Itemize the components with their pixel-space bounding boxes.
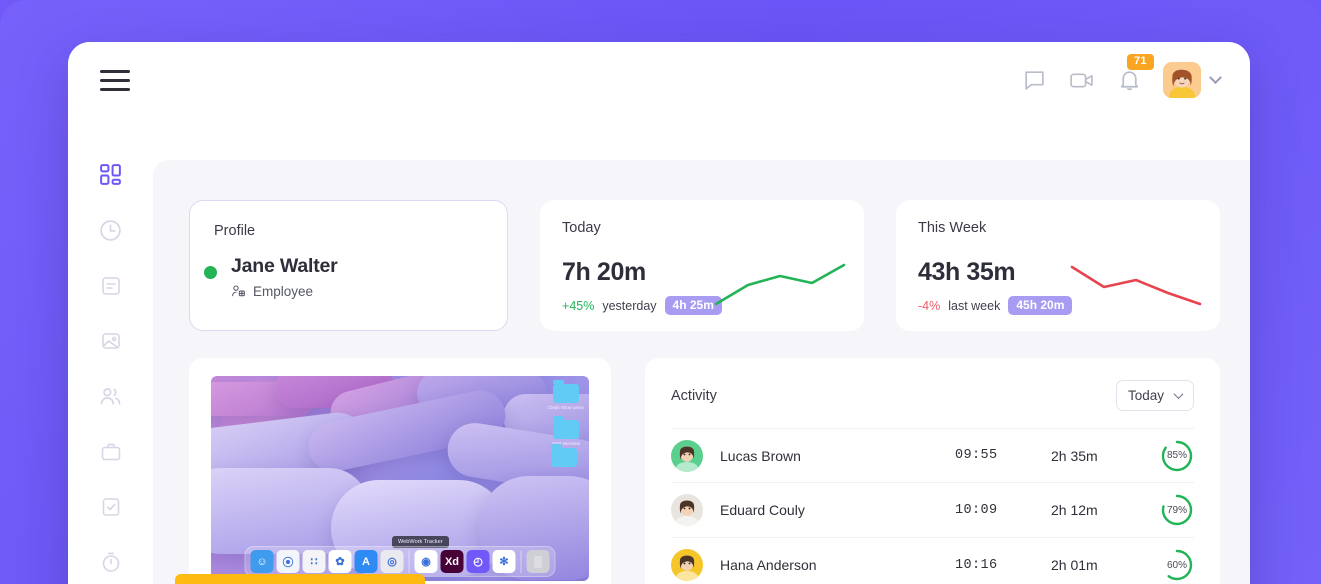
topbar-actions: 71 [1022, 53, 1222, 98]
desktop-screenshot-thumbnail[interactable]: Clean Show press Start Interview WebWork… [211, 376, 589, 581]
finder-icon[interactable]: ☺ [250, 550, 274, 573]
avatar-portrait [1163, 62, 1201, 98]
activity-row-name: Lucas Brown [720, 447, 801, 464]
video-camera-icon[interactable] [1069, 67, 1096, 94]
activity-row[interactable]: Hana Anderson 10:16 2h 01m 60% [671, 538, 1194, 584]
today-card-title: Today [562, 220, 601, 236]
activity-row-duration: 2h 01m [1051, 557, 1098, 573]
activity-progress-bar [175, 574, 425, 584]
desktop-folder-label: Clean Show press [548, 405, 584, 410]
activity-row-duration: 2h 12m [1051, 502, 1098, 518]
webwork-tracker-icon[interactable]: ◴ [466, 550, 490, 573]
avatar [671, 439, 703, 472]
activity-title: Activity [671, 387, 717, 404]
sidebar-item-projects[interactable] [97, 440, 125, 464]
sidebar-item-dashboard[interactable] [97, 162, 125, 187]
app-window: 71 Profile Jane Walter Employee Today 7h… [68, 42, 1250, 584]
slack-icon[interactable]: ✻ [492, 550, 516, 573]
sidebar [68, 118, 153, 584]
user-role-icon [232, 285, 245, 297]
profile-role: Employee [231, 284, 338, 299]
activity-header: Activity Today [671, 380, 1194, 411]
chevron-down-icon [1173, 389, 1184, 400]
activity-row-percent: 85% [1166, 450, 1187, 461]
activity-row-name: Eduard Couly [720, 502, 805, 518]
main-content: Profile Jane Walter Employee Today 7h 20… [153, 160, 1250, 584]
profile-info: Jane Walter Employee [231, 255, 338, 299]
chevron-down-icon [1209, 70, 1222, 84]
activity-period-value: Today [1127, 388, 1164, 403]
summary-cards-row: Profile Jane Walter Employee Today 7h 20… [189, 200, 1220, 331]
sidebar-item-documents[interactable] [97, 274, 125, 298]
activity-row-time: 10:09 [955, 502, 998, 518]
sidebar-item-team[interactable] [97, 384, 125, 409]
avatar [671, 549, 703, 581]
app-store-icon[interactable]: A [354, 550, 378, 573]
safari-icon[interactable]: ⦿ [276, 550, 300, 573]
activity-row-time: 09:55 [955, 448, 998, 463]
user-menu[interactable] [1163, 62, 1222, 98]
activity-row-progress-ring: 60% [1160, 548, 1194, 582]
activity-row[interactable]: Lucas Brown 09:55 2h 35m 85% [671, 428, 1194, 483]
photos-icon[interactable]: ✿ [328, 550, 352, 573]
today-compare-label: yesterday [602, 298, 657, 313]
avatar-portrait [671, 439, 703, 472]
top-bar: 71 [68, 42, 1250, 118]
screenshot-root: 71 Profile Jane Walter Employee Today 7h… [0, 0, 1321, 584]
today-card: Today 7h 20m +45% yesterday 4h 25m [540, 200, 864, 331]
activity-row-progress-ring: 85% [1160, 439, 1194, 473]
activity-row-time: 10:16 [955, 557, 998, 573]
activity-card: Activity Today Lucas Brown 09:55 2h 35m 85%… [645, 358, 1220, 584]
launchpad-icon[interactable]: ∷ [302, 550, 326, 573]
chat-bubble-icon[interactable] [1022, 68, 1047, 93]
desktop-folder-icon[interactable] [553, 416, 579, 439]
sidebar-item-time[interactable] [97, 218, 125, 243]
profile-card: Profile Jane Walter Employee [189, 200, 509, 331]
activity-period-select[interactable]: Today [1115, 380, 1194, 411]
trash-icon[interactable]: ▒ [526, 550, 550, 573]
activity-row-name: Hana Anderson [720, 557, 817, 573]
bottom-row: Clean Show press Start Interview WebWork… [175, 358, 1220, 584]
desktop-folder-icon[interactable] [551, 444, 577, 467]
profile-role-label: Employee [253, 284, 314, 299]
today-delta: +45% [562, 298, 595, 313]
sidebar-item-timer[interactable] [97, 550, 125, 574]
dock-separator [520, 551, 522, 573]
desktop-folder-label: Start Interview [551, 441, 581, 446]
week-delta: -4% [918, 298, 941, 313]
week-compare-label: last week [948, 298, 1001, 313]
adobe-xd-icon[interactable]: Xd [440, 550, 464, 573]
notification-bell-icon[interactable]: 71 [1118, 53, 1154, 93]
activity-row[interactable]: Eduard Couly 10:09 2h 12m 79% [671, 483, 1194, 538]
today-sparkline [714, 263, 846, 306]
sidebar-item-screenshots[interactable] [97, 329, 125, 353]
week-card-title: This Week [918, 220, 987, 236]
screenshot-card[interactable]: Clean Show press Start Interview WebWork… [175, 358, 611, 584]
macos-dock: ☺ ⦿ ∷ ✿ A ◎ ◉ Xd ◴ ✻ ▒ [244, 546, 556, 577]
profile-body: Jane Walter Employee [202, 255, 483, 299]
avatar-portrait [671, 549, 703, 581]
activity-row-percent: 60% [1166, 559, 1187, 571]
week-card: This Week 43h 35m -4% last week 45h 20m [896, 200, 1220, 331]
sidebar-item-tasks[interactable] [97, 495, 125, 519]
desktop-folder-icon[interactable] [553, 380, 579, 403]
spiral-icon[interactable]: ◎ [380, 550, 404, 573]
hamburger-menu-icon[interactable] [100, 69, 130, 91]
profile-name: Jane Walter [231, 255, 338, 277]
avatar [1163, 62, 1201, 98]
week-compare-chip: 45h 20m [1008, 296, 1073, 315]
chrome-icon[interactable]: ◉ [414, 550, 438, 573]
activity-row-progress-ring: 79% [1160, 493, 1194, 527]
activity-row-percent: 79% [1166, 504, 1187, 516]
avatar [671, 494, 703, 526]
status-badge [202, 264, 219, 281]
week-sparkline [1070, 265, 1202, 306]
dock-separator [408, 551, 410, 573]
activity-row-duration: 2h 35m [1051, 447, 1098, 464]
notification-badge: 71 [1127, 53, 1154, 70]
profile-card-title: Profile [214, 223, 256, 239]
activity-list: Lucas Brown 09:55 2h 35m 85% Eduard Couly 10:… [671, 428, 1194, 584]
avatar-portrait [671, 494, 703, 526]
